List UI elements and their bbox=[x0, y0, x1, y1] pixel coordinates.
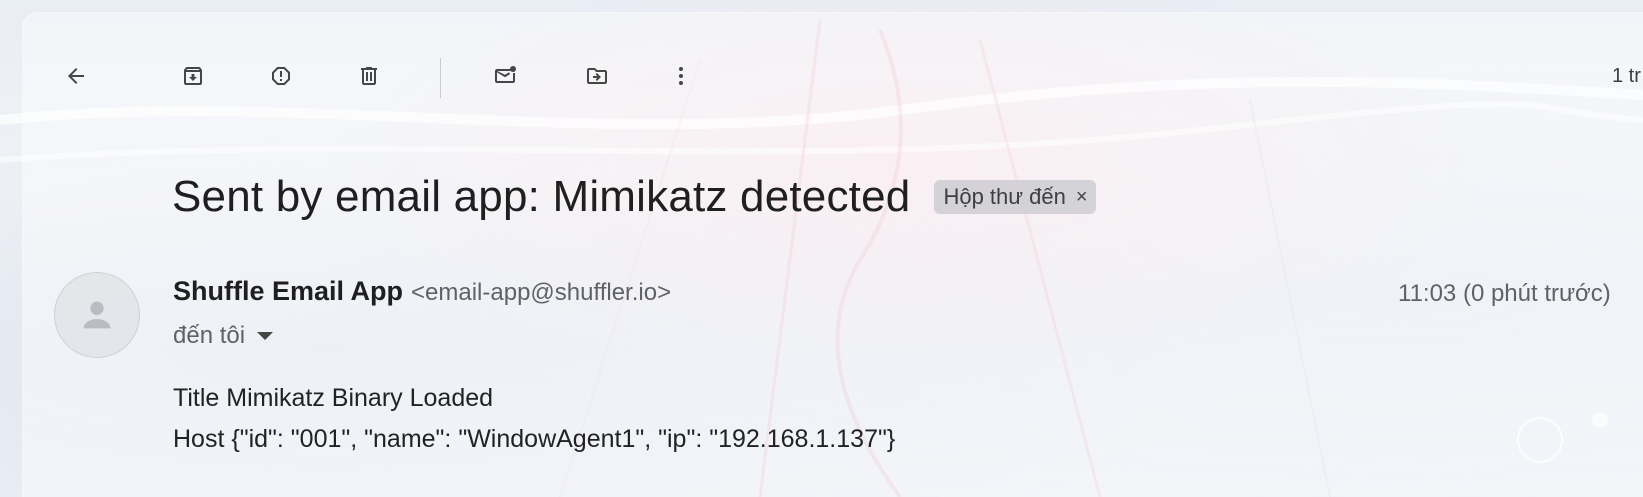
recipient-text: đến tôi bbox=[173, 322, 246, 349]
arrow-back-icon bbox=[68, 68, 84, 84]
sender-name[interactable]: Shuffle Email App bbox=[173, 276, 403, 307]
mark-unread-button[interactable] bbox=[481, 52, 529, 100]
move-to-icon bbox=[587, 68, 607, 84]
message-toolbar: 1 tr bbox=[0, 50, 1643, 106]
inbox-label-text: Hộp thư đến bbox=[943, 184, 1066, 209]
email-subject: Sent by email app: Mimikatz detected bbox=[172, 172, 911, 221]
more-options-button[interactable] bbox=[657, 52, 705, 100]
sender-avatar[interactable] bbox=[54, 272, 140, 358]
pager-text: 1 tr bbox=[1612, 65, 1641, 87]
person-icon bbox=[83, 301, 111, 329]
sender-email: <email-app@shuffler.io> bbox=[411, 279, 672, 306]
recipient-details-toggle[interactable]: đến tôi bbox=[173, 322, 274, 350]
report-spam-icon bbox=[272, 67, 290, 85]
toolbar-divider bbox=[440, 58, 441, 98]
trash-icon bbox=[361, 67, 377, 85]
archive-button[interactable] bbox=[169, 52, 217, 100]
inbox-label-chip[interactable]: Hộp thư đến × bbox=[934, 180, 1096, 214]
body-line: Title Mimikatz Binary Loaded bbox=[173, 384, 494, 412]
remove-label-icon[interactable]: × bbox=[1076, 186, 1088, 209]
archive-icon bbox=[184, 67, 202, 85]
message-time: 11:03 (0 phút trước) bbox=[1398, 280, 1611, 307]
body-line: Host {"id": "001", "name": "WindowAgent1… bbox=[173, 425, 896, 453]
chevron-down-icon bbox=[257, 332, 274, 340]
message-body: Title Mimikatz Binary Loaded Host {"id":… bbox=[173, 378, 895, 460]
sender-row: Shuffle Email App <email-app@shuffler.io… bbox=[173, 276, 671, 307]
back-button[interactable] bbox=[52, 52, 100, 100]
move-to-button[interactable] bbox=[573, 52, 621, 100]
delete-button[interactable] bbox=[345, 52, 393, 100]
more-vert-icon bbox=[679, 67, 683, 85]
mark-unread-icon bbox=[495, 66, 516, 83]
subject-row: Sent by email app: Mimikatz detected Hộp… bbox=[172, 172, 1096, 222]
report-spam-button[interactable] bbox=[257, 52, 305, 100]
